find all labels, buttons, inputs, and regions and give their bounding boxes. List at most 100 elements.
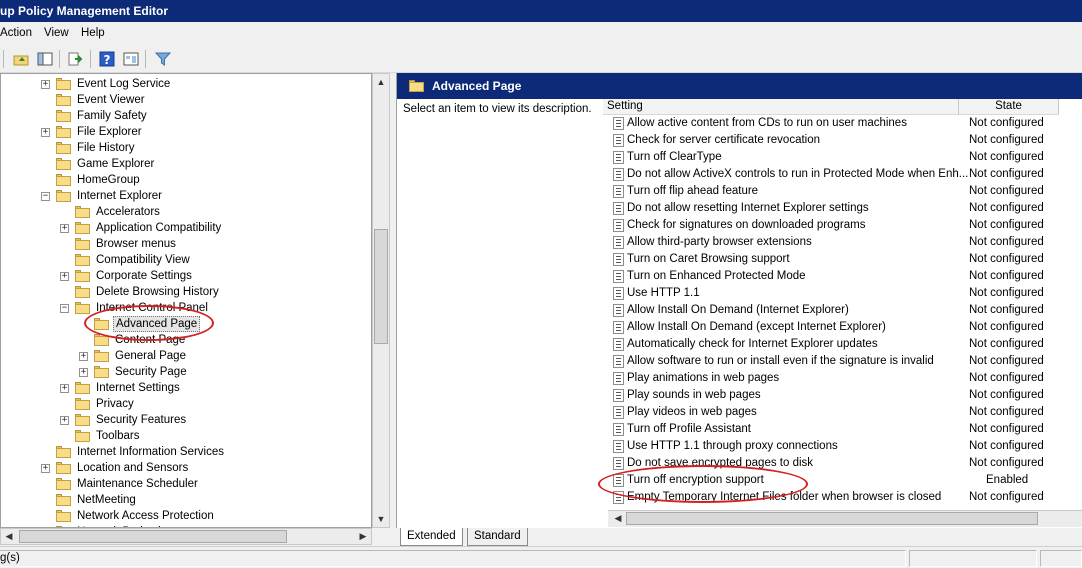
list-item[interactable]: Play videos in web pages Not configured (603, 404, 1073, 421)
list-item[interactable]: Do not allow resetting Internet Explorer… (603, 200, 1073, 217)
list-item[interactable]: Use HTTP 1.1 through proxy connections No… (603, 438, 1073, 455)
tree-item[interactable]: + Internet Settings (1, 380, 371, 396)
list-item[interactable]: Turn off Profile Assistant Not configured (603, 421, 1073, 438)
list-item[interactable]: Turn on Enhanced Protected Mode Not confi… (603, 268, 1073, 285)
tree-item[interactable]: + Security Features (1, 412, 371, 428)
tree-item[interactable]: Maintenance Scheduler (1, 476, 371, 492)
tree-item[interactable]: + General Page (1, 348, 371, 364)
column-header-setting[interactable]: Setting (603, 99, 959, 115)
tree-item[interactable]: Event Viewer (1, 92, 371, 108)
status-bar: g(s) (0, 546, 1082, 568)
list-item[interactable]: Turn off flip ahead feature Not configure… (603, 183, 1073, 200)
collapse-icon[interactable]: − (41, 192, 50, 201)
scroll-thumb[interactable] (374, 229, 388, 344)
expand-icon[interactable]: + (79, 352, 88, 361)
export-list-icon[interactable] (67, 50, 85, 68)
tree-item-label: Accelerators (96, 206, 160, 218)
scroll-right-arrow-icon[interactable]: ▶ (355, 529, 371, 544)
scroll-up-arrow-icon[interactable]: ▲ (373, 74, 389, 90)
console-tree[interactable]: + Event Log Service Event Viewer Family Saf… (0, 73, 372, 528)
help-icon[interactable]: ? (98, 50, 116, 68)
tree-item[interactable]: Network Access Protection (1, 508, 371, 524)
column-header-state[interactable]: State (959, 99, 1059, 115)
list-item[interactable]: Allow active content from CDs to run on … (603, 115, 1073, 132)
setting-name: Use HTTP 1.1 (627, 287, 700, 299)
tree-item[interactable]: + Event Log Service (1, 76, 371, 92)
list-item[interactable]: Do not save encrypted pages to disk Not c… (603, 455, 1073, 472)
tree-item[interactable]: − Internet Explorer (1, 188, 371, 204)
list-item[interactable]: Turn on Caret Browsing support Not config… (603, 251, 1073, 268)
list-item[interactable]: Empty Temporary Internet Files folder wh… (603, 489, 1073, 506)
menu-help[interactable]: Help (81, 27, 105, 39)
tree-item[interactable]: NetMeeting (1, 492, 371, 508)
expand-icon[interactable]: + (60, 272, 69, 281)
list-item[interactable]: Allow Install On Demand (except Internet… (603, 319, 1073, 336)
tree-item[interactable]: Delete Browsing History (1, 284, 371, 300)
folder-icon (56, 94, 71, 106)
tree-item[interactable]: Privacy (1, 396, 371, 412)
list-item[interactable]: Play animations in web pages Not configur… (603, 370, 1073, 387)
filter-icon[interactable] (154, 50, 172, 68)
settings-list[interactable]: Setting State Allow active content from CD… (603, 99, 1082, 528)
tree-item[interactable]: Content Page (1, 332, 371, 348)
collapse-icon[interactable]: − (60, 304, 69, 313)
setting-name: Automatically check for Internet Explore… (627, 338, 878, 350)
scroll-down-arrow-icon[interactable]: ▼ (373, 511, 389, 527)
tree-item[interactable]: + Corporate Settings (1, 268, 371, 284)
scroll-thumb[interactable] (19, 530, 287, 543)
tree-item[interactable]: + File Explorer (1, 124, 371, 140)
details-title: Advanced Page (432, 79, 522, 93)
up-folder-icon[interactable] (12, 50, 30, 68)
tree-item[interactable]: + Security Page (1, 364, 371, 380)
tree-item[interactable]: Internet Information Services (1, 444, 371, 460)
list-item[interactable]: Allow Install On Demand (Internet Explor… (603, 302, 1073, 319)
tree-item[interactable]: + Location and Sensors (1, 460, 371, 476)
list-item[interactable]: Allow software to run or install even if… (603, 353, 1073, 370)
policy-setting-icon (613, 321, 624, 334)
tab-extended[interactable]: Extended (400, 528, 463, 546)
tree-item[interactable]: Advanced Page (1, 316, 371, 332)
scroll-thumb[interactable] (626, 512, 1038, 525)
tree-vertical-scrollbar[interactable]: ▲ ▼ (372, 73, 390, 528)
tab-standard[interactable]: Standard (467, 528, 528, 546)
scroll-left-arrow-icon[interactable]: ◀ (610, 511, 626, 526)
expand-icon[interactable]: + (41, 128, 50, 137)
list-item[interactable]: Play sounds in web pages Not configured (603, 387, 1073, 404)
tree-item[interactable]: HomeGroup (1, 172, 371, 188)
tree-item[interactable]: − Internet Control Panel (1, 300, 371, 316)
list-item[interactable]: Use HTTP 1.1 Not configured (603, 285, 1073, 302)
show-hide-tree-icon[interactable] (36, 50, 54, 68)
menu-action[interactable]: Action (0, 27, 32, 39)
list-item[interactable]: Do not allow ActiveX controls to run in … (603, 166, 1073, 183)
list-item[interactable]: Turn off ClearType Not configured (603, 149, 1073, 166)
expand-icon[interactable]: + (60, 224, 69, 233)
list-item[interactable]: Automatically check for Internet Explore… (603, 336, 1073, 353)
tree-item[interactable]: File History (1, 140, 371, 156)
scroll-left-arrow-icon[interactable]: ◀ (1, 529, 17, 544)
tree-item[interactable]: Browser menus (1, 236, 371, 252)
properties-icon[interactable] (122, 50, 140, 68)
tree-horizontal-scrollbar[interactable]: ◀ ▶ (0, 528, 372, 545)
view-tabs: Extended Standard (396, 528, 1082, 546)
tree-item-label: File Explorer (77, 126, 142, 138)
list-item[interactable]: Check for server certificate revocation N… (603, 132, 1073, 149)
list-item[interactable]: Turn off encryption support Enabled (603, 472, 1073, 489)
menu-view[interactable]: View (44, 27, 69, 39)
tree-item[interactable]: Game Explorer (1, 156, 371, 172)
expand-icon[interactable]: + (41, 80, 50, 89)
setting-name: Do not save encrypted pages to disk (627, 457, 814, 469)
tree-item[interactable]: + Application Compatibility (1, 220, 371, 236)
tree-item[interactable]: Accelerators (1, 204, 371, 220)
tree-item[interactable]: Family Safety (1, 108, 371, 124)
window-title: up Policy Management Editor (0, 4, 169, 18)
tree-item[interactable]: Toolbars (1, 428, 371, 444)
list-item[interactable]: Allow third-party browser extensions Not … (603, 234, 1073, 251)
expand-icon[interactable]: + (60, 416, 69, 425)
list-horizontal-scrollbar[interactable]: ◀ (608, 510, 1082, 527)
tree-item[interactable]: Compatibility View (1, 252, 371, 268)
expand-icon[interactable]: + (60, 384, 69, 393)
status-panel (909, 550, 1037, 567)
list-item[interactable]: Check for signatures on downloaded progr… (603, 217, 1073, 234)
expand-icon[interactable]: + (41, 464, 50, 473)
expand-icon[interactable]: + (79, 368, 88, 377)
